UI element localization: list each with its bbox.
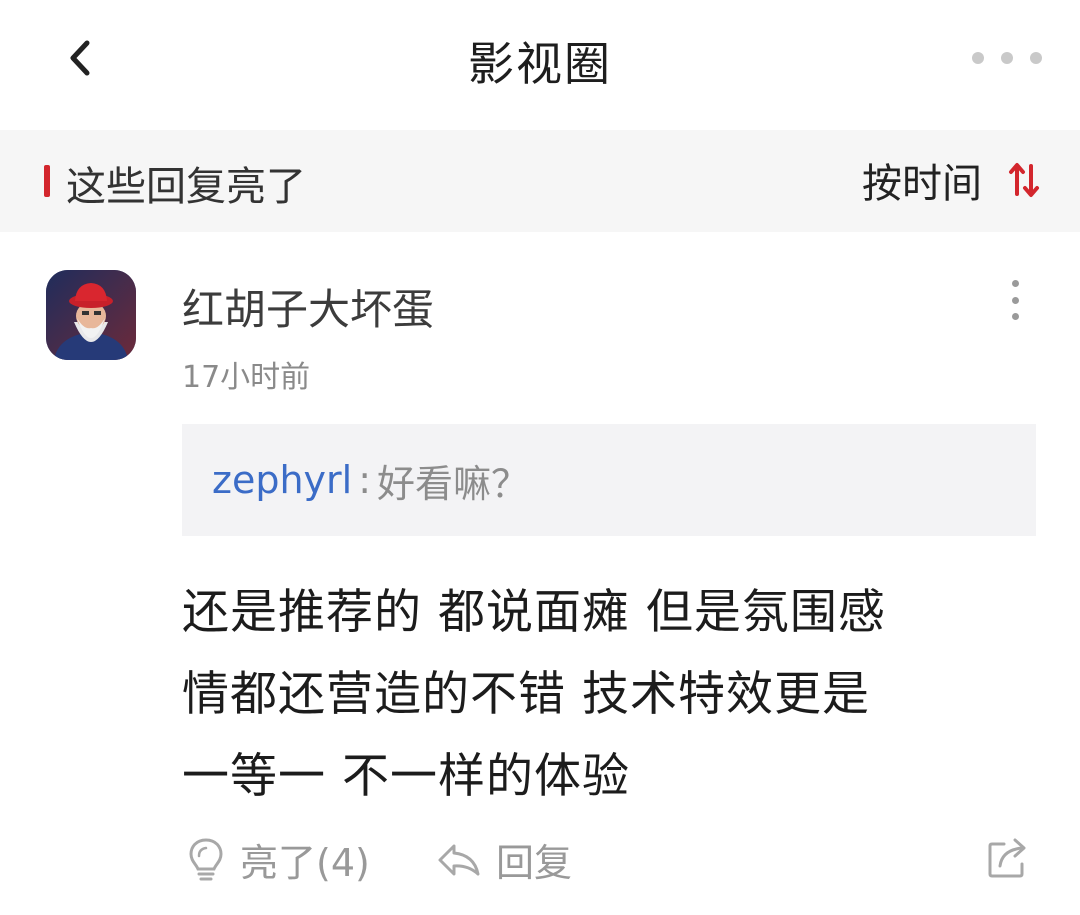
comment-body: 还是推荐的 都说面瘫 但是氛围感 情都还营造的不错 技术特效更是 一等一 不一样…	[182, 572, 1012, 818]
share-button[interactable]	[986, 834, 1032, 880]
comment-body-line: 还是推荐的 都说面瘫 但是氛围感	[182, 585, 886, 640]
quoted-reply[interactable]: zephyrl : 好看嘛？	[182, 424, 1036, 536]
comment-timestamp: 17小时前	[182, 360, 311, 395]
quoted-username[interactable]: zephyrl	[212, 458, 352, 502]
more-horizontal-icon	[972, 52, 984, 64]
more-dot	[1030, 52, 1042, 64]
share-icon	[988, 838, 1026, 878]
avatar[interactable]	[46, 270, 136, 360]
more-dot	[1001, 52, 1013, 64]
comment-more-button[interactable]	[1000, 280, 1030, 320]
top-bar: 影视圈	[0, 0, 1080, 130]
more-dot	[1011, 296, 1019, 304]
reply-label: 回复	[496, 841, 573, 885]
sort-label: 按时间	[862, 161, 982, 207]
reply-button[interactable]: 回复	[436, 832, 572, 887]
like-button[interactable]: 亮了(4)	[186, 832, 370, 887]
section-header: 这些回复亮了 按时间	[0, 130, 1080, 232]
quote-separator: :	[358, 458, 372, 502]
more-vertical-icon	[1011, 280, 1019, 287]
like-label: 亮了(4)	[240, 841, 370, 885]
sort-toggle-button[interactable]: 按时间	[862, 150, 1040, 210]
section-accent-bar	[44, 165, 50, 197]
quoted-text: 好看嘛？	[377, 461, 530, 506]
more-options-button[interactable]	[972, 40, 1042, 76]
comment-username[interactable]: 红胡子大坏蛋	[182, 276, 434, 337]
section-title: 这些回复亮了	[66, 164, 306, 210]
more-dot	[1011, 313, 1019, 320]
reply-arrow-icon	[438, 844, 480, 875]
comment-card: 红胡子大坏蛋 17小时前 zephyrl : 好看嘛？ 还是推荐的 都说面瘫 但…	[0, 232, 1080, 915]
lightbulb-icon	[189, 837, 223, 880]
comment-body-line: 情都还营造的不错 技术特效更是	[182, 667, 870, 722]
sort-arrows-icon	[1009, 163, 1039, 197]
avatar-image	[46, 270, 136, 360]
comment-actions: 亮了(4) 回复	[0, 828, 1080, 898]
comment-body-line: 一等一 不一样的体验	[182, 749, 630, 804]
page-title: 影视圈	[468, 37, 612, 91]
